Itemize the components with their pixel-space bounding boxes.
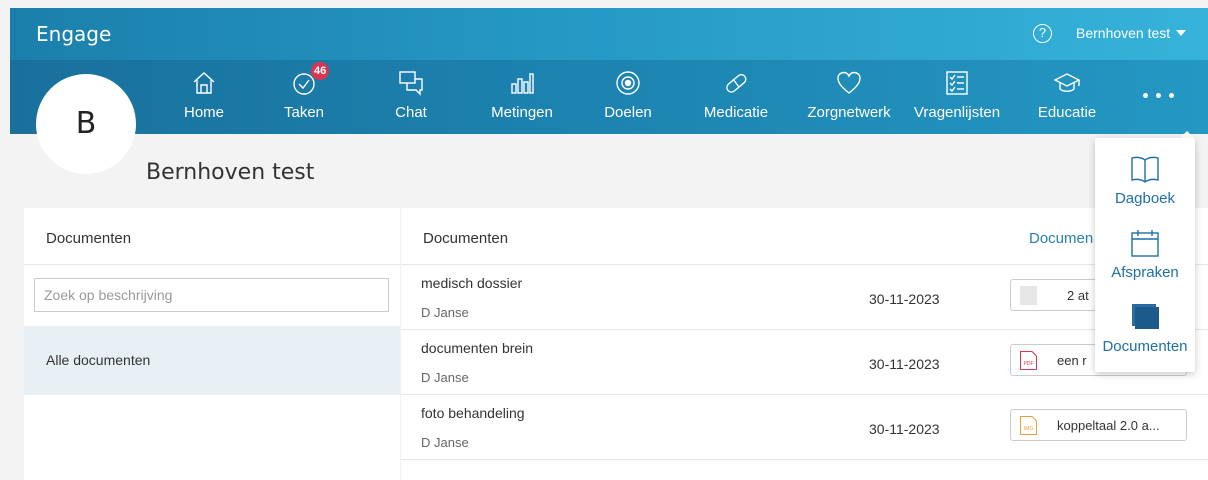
filter-panel: Documenten Alle documenten xyxy=(24,208,400,480)
avatar: B xyxy=(36,74,136,174)
help-icon[interactable]: ? xyxy=(1033,24,1052,43)
heart-icon xyxy=(837,71,861,94)
documents-panel-title: Documenten xyxy=(423,230,509,247)
main-nav: Home 46 Taken Chat Metingen Doelen Medic… xyxy=(10,60,1208,134)
documents-column-link[interactable]: Documen xyxy=(1029,230,1093,247)
nav-metingen[interactable]: Metingen xyxy=(484,60,560,134)
nav-vragenlijsten[interactable]: Vragenlijsten xyxy=(906,60,1008,134)
app-window: Engage ? Bernhoven test Home 46 Taken Ch… xyxy=(10,8,1208,480)
doc-title: medisch dossier xyxy=(421,275,523,291)
user-name: Bernhoven test xyxy=(1076,25,1171,41)
menu-item-dagboek[interactable]: Dagboek xyxy=(1095,148,1195,222)
nav-medicatie-label: Medicatie xyxy=(703,104,769,121)
nav-taken[interactable]: 46 Taken xyxy=(278,60,330,134)
doc-author: D Janse xyxy=(421,370,469,385)
nav-metingen-label: Metingen xyxy=(491,104,553,121)
calendar-icon xyxy=(1131,230,1159,257)
doc-title: foto behandeling xyxy=(421,405,525,421)
user-menu[interactable]: Bernhoven test xyxy=(1076,25,1187,41)
filter-all-documents[interactable]: Alle documenten xyxy=(24,326,400,395)
nav-doelen-label: Doelen xyxy=(604,104,652,121)
nav-zorgnetwerk-label: Zorgnetwerk xyxy=(807,104,891,121)
doc-author: D Janse xyxy=(421,305,469,320)
more-menu: Dagboek Afspraken Documenten xyxy=(1095,138,1195,372)
table-row[interactable]: documenten brein D Janse 30-11-2023 PDF … xyxy=(401,330,1208,395)
generic-file-icon xyxy=(1020,286,1037,305)
img-icon-text: IMG xyxy=(1024,426,1034,432)
search-input[interactable] xyxy=(34,278,389,312)
filter-panel-title: Documenten xyxy=(46,230,132,247)
attachment-label: een r xyxy=(1057,353,1087,368)
doc-title: documenten brein xyxy=(421,340,534,356)
pdf-icon-text: PDF xyxy=(1024,361,1034,367)
nav-zorgnetwerk[interactable]: Zorgnetwerk xyxy=(796,60,902,134)
nav-vragenlijsten-label: Vragenlijsten xyxy=(913,104,1001,121)
nav-doelen[interactable]: Doelen xyxy=(600,60,656,134)
menu-item-label: Documenten xyxy=(1102,338,1188,355)
menu-item-afspraken[interactable]: Afspraken xyxy=(1095,222,1195,296)
nav-educatie[interactable]: Educatie xyxy=(1032,60,1102,134)
menu-item-label: Dagboek xyxy=(1114,190,1176,207)
nav-home-label: Home xyxy=(183,104,224,121)
doc-date: 30-11-2023 xyxy=(869,421,940,437)
nav-home[interactable]: Home xyxy=(178,60,230,134)
doc-author: D Janse xyxy=(421,435,469,450)
menu-item-documenten[interactable]: Documenten xyxy=(1095,296,1195,370)
profile-name: Bernhoven test xyxy=(146,160,315,185)
documents-icon xyxy=(1132,304,1159,329)
pdf-file-icon: PDF xyxy=(1020,351,1037,370)
nav-educatie-label: Educatie xyxy=(1037,104,1097,121)
checklist-icon xyxy=(946,71,968,95)
bar-chart-icon xyxy=(511,73,534,94)
target-icon xyxy=(616,71,640,95)
nav-chat[interactable]: Chat xyxy=(391,60,431,134)
attachment-label: 2 at xyxy=(1067,288,1089,303)
attachment-label: koppeltaal 2.0 a... xyxy=(1057,418,1160,433)
graduation-cap-icon xyxy=(1054,73,1080,92)
doc-date: 30-11-2023 xyxy=(869,356,940,372)
image-file-icon: IMG xyxy=(1020,416,1037,435)
caret-down-icon xyxy=(1176,30,1187,36)
taken-badge: 46 xyxy=(311,62,330,80)
chat-icon xyxy=(399,71,423,96)
popover-arrow xyxy=(1180,131,1194,138)
table-row[interactable]: foto behandeling D Janse 30-11-2023 IMG … xyxy=(401,395,1208,460)
more-dots-icon[interactable] xyxy=(1140,60,1180,134)
book-icon xyxy=(1131,156,1159,183)
nav-medicatie[interactable]: Medicatie xyxy=(696,60,776,134)
pill-icon xyxy=(726,74,747,93)
nav-taken-label: Taken xyxy=(283,104,325,121)
table-row[interactable]: medisch dossier D Janse 30-11-2023 2 at xyxy=(401,265,1208,330)
attachment-button[interactable]: IMG koppeltaal 2.0 a... xyxy=(1010,409,1187,441)
divider xyxy=(24,264,400,265)
nav-chat-label: Chat xyxy=(395,104,427,121)
top-bar: Engage ? Bernhoven test xyxy=(10,8,1208,60)
documents-panel: Documenten Documen medisch dossier D Jan… xyxy=(401,208,1208,480)
menu-item-label: Afspraken xyxy=(1111,264,1179,281)
app-brand: Engage xyxy=(36,22,112,46)
doc-date: 30-11-2023 xyxy=(869,291,940,307)
home-icon xyxy=(193,72,215,94)
